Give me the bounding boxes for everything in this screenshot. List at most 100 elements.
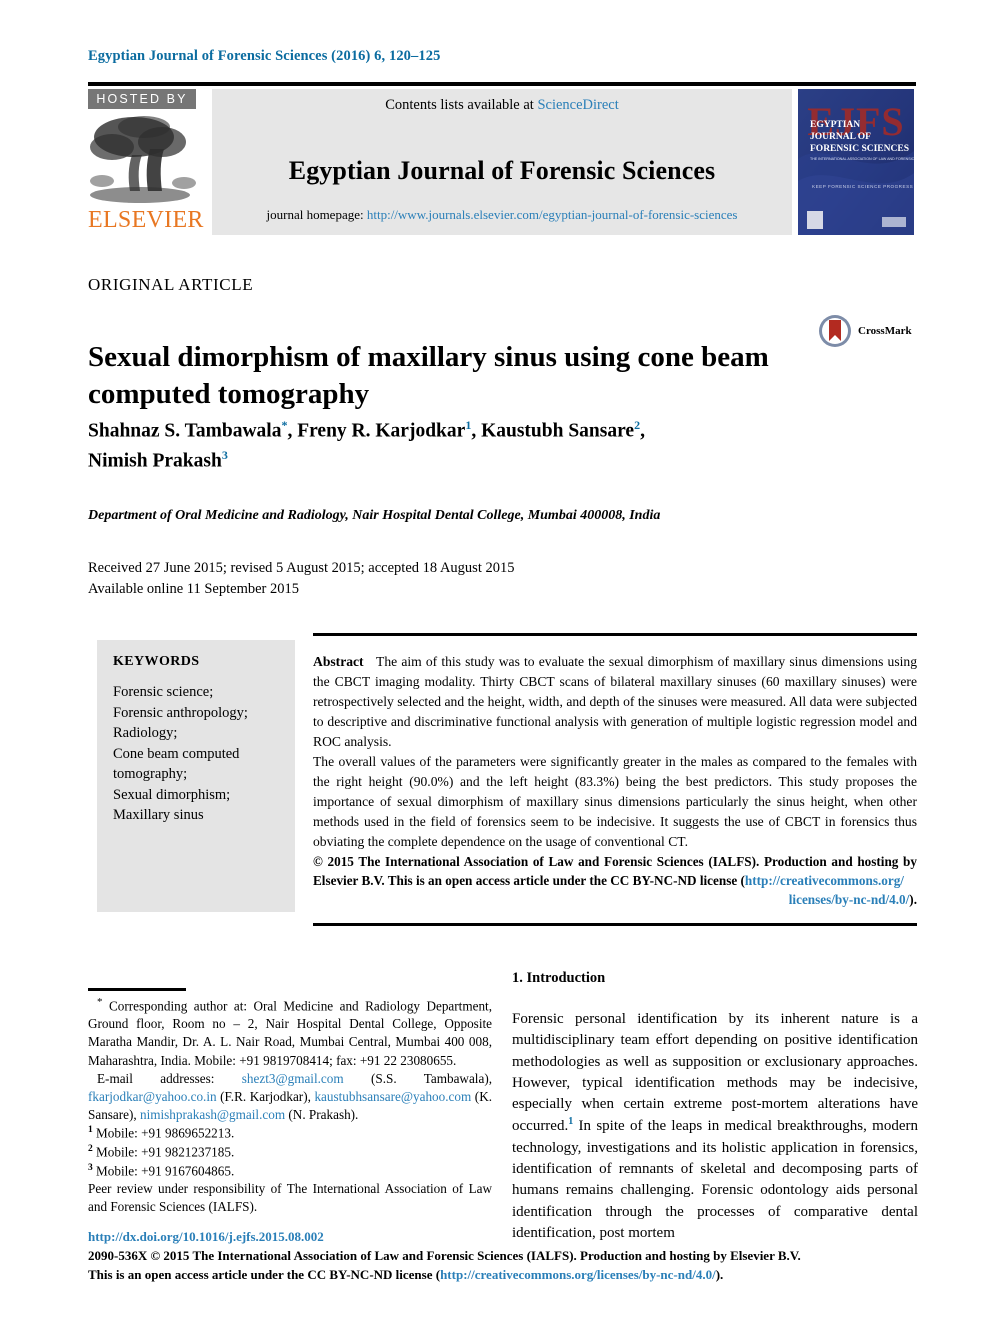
license-link-tail[interactable]: licenses/by-nc-nd/4.0/ [789, 892, 910, 907]
keyword-item: Maxillary sinus [113, 807, 204, 824]
masthead-top-rule [88, 82, 916, 86]
keyword-item: Forensic anthropology; [113, 704, 248, 721]
abstract-text-1: The aim of this study was to evaluate th… [313, 654, 917, 749]
email-owner-4: (N. Prakash). [288, 1107, 359, 1123]
svg-text:FORENSIC SCIENCES: FORENSIC SCIENCES [810, 144, 909, 154]
author-1: Shahnaz S. Tambawala [88, 420, 282, 442]
email-addresses-label: E-mail addresses: [97, 1070, 215, 1086]
keyword-item: Cone beam computed [113, 745, 240, 762]
abstract-copyright: © 2015 The International Association of … [313, 852, 917, 909]
homepage-prefix: journal homepage: [266, 207, 364, 222]
contents-panel: Contents lists available at ScienceDirec… [212, 89, 792, 235]
footnote-mobile-1: 1 Mobile: +91 9869652213. [88, 1124, 492, 1143]
journal-homepage-link[interactable]: http://www.journals.elsevier.com/egyptia… [367, 207, 738, 222]
received-dates: Received 27 June 2015; revised 5 August … [88, 560, 515, 576]
article-page: Egyptian Journal of Forensic Sciences (2… [0, 0, 992, 1323]
license-tail-wrap: licenses/by-nc-nd/4.0/). [313, 890, 917, 909]
email-owner-2: (F.R. Karjodkar), [220, 1088, 311, 1104]
affiliation: Department of Oral Medicine and Radiolog… [88, 508, 661, 523]
keywords-heading: KEYWORDS [113, 654, 200, 669]
email-owner-1: (S.S. Tambawala), [370, 1070, 493, 1086]
svg-text:JOURNAL OF: JOURNAL OF [810, 132, 871, 142]
author-4-affil-marker: 3 [221, 447, 228, 462]
author-list: Shahnaz S. Tambawala*, Freny R. Karjodka… [88, 418, 645, 472]
contents-available-line: Contents lists available at ScienceDirec… [222, 97, 782, 114]
journal-cover: EJFS EGYPTIAN JOURNAL OF FORENSIC SCIENC… [798, 89, 916, 235]
crossmark-icon [819, 315, 851, 347]
keyword-item: Sexual dimorphism; [113, 786, 231, 803]
article-type-kicker: ORIGINAL ARTICLE [88, 275, 254, 294]
footer-license-pre: This is an open access article under the… [88, 1266, 441, 1282]
intro-text-b: In spite of the leaps in medical breakth… [512, 1118, 918, 1241]
author-3-affil-marker: 2 [634, 418, 641, 432]
abstract-top-rule [313, 633, 917, 636]
journal-cover-thumbnail: EJFS EGYPTIAN JOURNAL OF FORENSIC SCIENC… [798, 89, 914, 235]
keywords-panel: KEYWORDS Forensic science; Forensic anth… [97, 640, 295, 912]
crossmark-badge[interactable]: CrossMark [818, 310, 922, 352]
mobile-3-text: Mobile: +91 9167604865. [96, 1163, 235, 1179]
doi-link[interactable]: http://dx.doi.org/10.1016/j.ejfs.2015.08… [88, 1229, 324, 1244]
available-online-date: Available online 11 September 2015 [88, 581, 300, 598]
introduction-column: 1. Introduction Forensic personal identi… [512, 970, 918, 1244]
running-head: Egyptian Journal of Forensic Sciences (2… [88, 48, 441, 64]
abstract-label: Abstract [313, 654, 364, 669]
svg-text:EGYPTIAN: EGYPTIAN [810, 120, 860, 130]
page-title: Sexual dimorphism of maxillary sinus usi… [88, 341, 769, 410]
sciencedirect-link[interactable]: ScienceDirect [537, 97, 618, 113]
author-3: , Kaustubh Sansare [471, 420, 635, 442]
author-2: , Freny R. Karjodkar [287, 420, 466, 442]
email-link-2[interactable]: fkarjodkar@yahoo.co.in [88, 1089, 217, 1104]
footnote-marker-1: 1 [88, 1125, 93, 1136]
svg-text:THE INTERNATIONAL ASSOCIATION: THE INTERNATIONAL ASSOCIATION OF LAW AND… [810, 157, 914, 161]
footnote-separator-rule [88, 988, 186, 991]
section-heading-introduction: 1. Introduction [512, 970, 606, 986]
footer-copyright-line: 2090-536X © 2015 The International Assoc… [88, 1247, 801, 1263]
footnote-marker-2: 2 [88, 1144, 93, 1155]
footnote-corresponding-author: * Corresponding author at: Oral Medicine… [88, 995, 492, 1070]
abstract-paragraph-1: Abstract The aim of this study was to eva… [313, 652, 917, 752]
reference-marker-1[interactable]: 1 [568, 1116, 573, 1127]
abstract-body: Abstract The aim of this study was to eva… [313, 652, 917, 909]
keywords-list: Forensic science; Forensic anthropology;… [113, 682, 279, 826]
page-footer: http://dx.doi.org/10.1016/j.ejfs.2015.08… [88, 1228, 928, 1285]
doi-line: http://dx.doi.org/10.1016/j.ejfs.2015.08… [88, 1228, 928, 1247]
corresponding-author-text: Corresponding author at: Oral Medicine a… [88, 997, 492, 1068]
footnotes-block: * Corresponding author at: Oral Medicine… [88, 995, 492, 1217]
footnote-star-marker: * [97, 995, 103, 1008]
contents-prefix: Contents lists available at [385, 97, 534, 113]
footnote-mobile-3: 3 Mobile: +91 9167604865. [88, 1162, 492, 1181]
footnote-emails: E-mail addresses: shezt3@gmail.com (S.S.… [88, 1070, 492, 1125]
article-dates: Received 27 June 2015; revised 5 August … [88, 558, 788, 600]
footnote-mobile-2: 2 Mobile: +91 9821237185. [88, 1143, 492, 1162]
keyword-item: Radiology; [113, 725, 178, 742]
mobile-1-text: Mobile: +91 9869652213. [96, 1125, 235, 1141]
footnote-marker-3: 3 [88, 1162, 93, 1173]
footnotes-column: * Corresponding author at: Oral Medicine… [88, 988, 492, 1217]
journal-homepage-line: journal homepage: http://www.journals.el… [222, 207, 782, 223]
elsevier-wordmark: ELSEVIER [88, 207, 204, 233]
author-4: Nimish Prakash [88, 450, 222, 472]
elsevier-branding: HOSTED BY ELSEVIER [88, 89, 206, 235]
keyword-item: tomography; [113, 766, 188, 783]
hosted-by-badge: HOSTED BY [88, 89, 196, 109]
email-link-3[interactable]: kaustubhsansare@yahoo.com [314, 1089, 471, 1104]
abstract-paragraph-2: The overall values of the parameters wer… [313, 753, 917, 849]
keyword-item: Forensic science; [113, 684, 214, 700]
license-link-head[interactable]: http://creativecommons.org/ [745, 873, 904, 888]
email-link-1[interactable]: shezt3@gmail.com [242, 1071, 344, 1086]
elsevier-tree-logo [90, 116, 196, 203]
introduction-body: Forensic personal identification by its … [512, 1009, 918, 1244]
footnote-peer-review: Peer review under responsibility of The … [88, 1181, 492, 1215]
footer-license-post: ). [715, 1266, 724, 1282]
journal-masthead: HOSTED BY ELSEVIER Contents lists availa… [88, 82, 916, 235]
abstract-bottom-rule [313, 923, 917, 927]
crossmark-label: CrossMark [858, 325, 912, 337]
footer-license-line: This is an open access article under the… [88, 1266, 928, 1285]
svg-text:KEEP FORENSIC SCIENCE PROGRESS: KEEP FORENSIC SCIENCE PROGRESS TOWARDS [812, 184, 914, 189]
footer-license-link[interactable]: http://creativecommons.org/licenses/by-n… [440, 1267, 716, 1282]
mobile-2-text: Mobile: +91 9821237185. [96, 1144, 235, 1160]
abstract-section: Abstract The aim of this study was to eva… [313, 633, 917, 927]
copyright-close: ). [909, 891, 917, 907]
journal-title: Egyptian Journal of Forensic Sciences [288, 155, 716, 185]
email-link-4[interactable]: nimishprakash@gmail.com [140, 1107, 285, 1122]
